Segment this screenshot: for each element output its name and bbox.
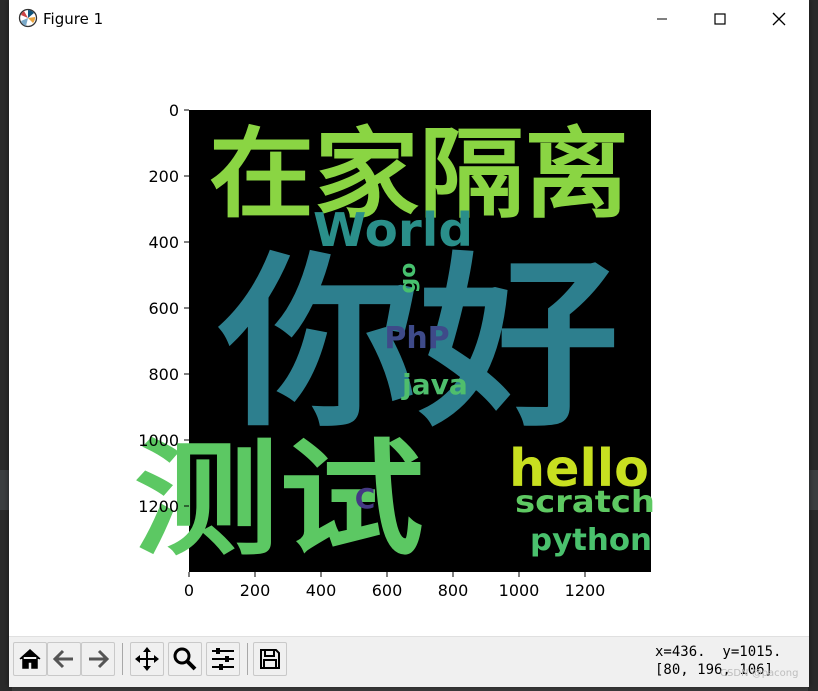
floppy-disk-icon — [260, 649, 280, 669]
background-editor-right — [808, 0, 818, 691]
x-tick-label: 200 — [240, 581, 271, 600]
x-tick-label: 800 — [438, 581, 469, 600]
y-tick-label: 400 — [148, 233, 179, 252]
y-tick-label: 800 — [148, 365, 179, 384]
zoom-button[interactable] — [168, 642, 202, 676]
word-java: java — [401, 368, 468, 401]
window-title: Figure 1 — [43, 10, 104, 28]
word-go: go — [396, 263, 421, 294]
minimize-button[interactable] — [632, 0, 692, 38]
x-tick-label: 600 — [372, 581, 403, 600]
word-python: python — [530, 523, 652, 558]
y-tick-label: 200 — [148, 167, 179, 186]
toolbar-separator — [122, 643, 123, 675]
close-button[interactable] — [749, 0, 809, 38]
navigation-toolbar: x=436. y=1015. [80, 196, 106] — [9, 636, 809, 687]
word-php: PhP — [384, 321, 449, 356]
matplotlib-logo-icon — [18, 8, 38, 28]
home-button[interactable] — [13, 642, 47, 676]
wordcloud-plot[interactable]: 在家隔离 World 你好 go PhP java 测试 C hello scr… — [9, 38, 809, 636]
word-c: C — [355, 482, 376, 515]
title-bar[interactable]: Figure 1 — [9, 0, 809, 38]
sliders-icon — [212, 648, 234, 670]
back-button[interactable] — [47, 642, 81, 676]
close-icon — [772, 12, 786, 26]
word-scratch: scratch — [515, 485, 655, 520]
forward-button[interactable] — [81, 642, 115, 676]
figure-canvas[interactable]: 在家隔离 World 你好 go PhP java 测试 C hello scr… — [9, 38, 809, 636]
y-tick-label: 0 — [169, 101, 179, 120]
y-tick-label: 1200 — [138, 497, 179, 516]
toolbar-separator — [247, 643, 248, 675]
x-tick-label: 0 — [184, 581, 194, 600]
magnifier-icon — [173, 647, 197, 671]
arrow-left-icon — [52, 649, 73, 669]
watermark: CSDN @pacong — [720, 668, 799, 679]
move-icon — [135, 647, 159, 671]
figure-window: Figure 1 在家隔离 World 你好 go PhP java 测试 C … — [9, 0, 809, 687]
maximize-icon — [714, 13, 726, 25]
pan-button[interactable] — [130, 642, 164, 676]
cursor-coordinates: x=436. y=1015. — [655, 644, 782, 660]
maximize-button[interactable] — [690, 0, 750, 38]
x-tick-label: 1000 — [499, 581, 540, 600]
save-button[interactable] — [253, 642, 287, 676]
home-icon — [19, 648, 41, 669]
y-tick-label: 1000 — [138, 431, 179, 450]
x-tick-label: 400 — [306, 581, 337, 600]
x-tick-label: 1200 — [565, 581, 606, 600]
minimize-icon — [657, 18, 667, 20]
configure-subplots-button[interactable] — [206, 642, 240, 676]
y-tick-label: 600 — [148, 299, 179, 318]
arrow-right-icon — [89, 649, 110, 669]
